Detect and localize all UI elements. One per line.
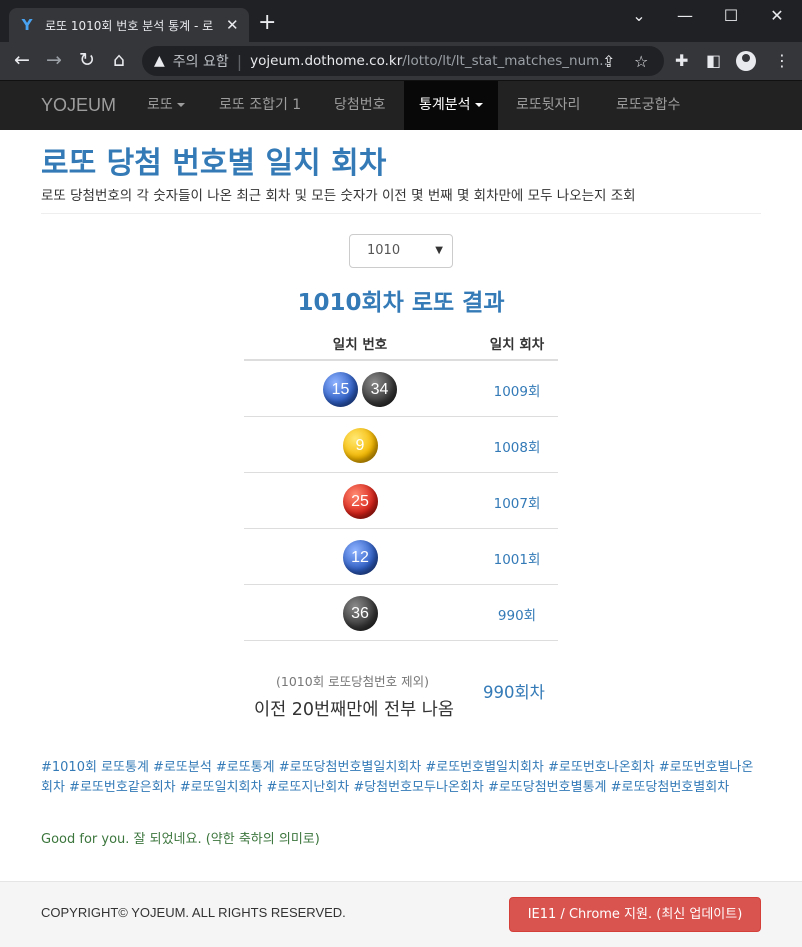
table-row: 25 1007회 [244,473,558,529]
nav-item-label: 로또뒷자리 [516,97,581,113]
window-close-icon[interactable]: ✕ [754,6,800,25]
nav-item-label: 당첨번호 [334,97,386,113]
nav-item-generator[interactable]: 로또 조합기 1 [204,81,316,130]
ball-group: 12 [244,540,476,575]
site-favicon-icon: Y [21,16,33,34]
round-link[interactable]: 1007회 [476,492,558,512]
main-content: 로또 당첨 번호별 일치 회차 로또 당첨번호의 각 숫자들이 나온 최근 회차… [0,130,802,881]
table-row: 12 1001회 [244,529,558,585]
round-link[interactable]: 1001회 [476,548,558,568]
lotto-ball: 36 [342,596,378,631]
url-separator: | [236,51,243,71]
bookmark-star-icon[interactable]: ☆ [634,52,648,71]
round-select-value: 1010 [367,243,401,258]
share-icon[interactable]: ⇪ [602,52,615,71]
hashtag-list[interactable]: #1010회 로또통계 #로또분석 #로또통계 #로또당첨번호별일치회차 #로또… [41,758,763,798]
lotto-ball: 34 [362,372,397,407]
extensions-icon[interactable]: ✚ [675,51,688,70]
minimize-icon[interactable]: — [662,6,708,25]
column-header-round: 일치 회차 [489,337,545,353]
divider [41,213,761,214]
ball-group: 15 34 [244,372,476,407]
column-header-numbers: 일치 번호 [332,337,388,353]
nav-item-label: 로또 [147,97,173,113]
new-tab-icon[interactable]: + [258,12,276,34]
nav-item-compatibility[interactable]: 로또궁합수 [601,81,695,130]
copyright-text: COPYRIGHT© YOJEUM. ALL RIGHTS RESERVED. [41,905,346,920]
ball-group: 9 [244,428,476,463]
summary-note: (1010회 로또당첨번호 제외) [276,674,430,689]
match-table: 일치 번호 일치 회차 15 34 1009회 9 1008회 25 1007회… [244,328,558,641]
round-select[interactable]: 1010 ▼ [349,234,453,268]
back-icon[interactable]: ← [10,50,34,70]
nav-item-label: 로또 조합기 1 [219,97,302,113]
summary-text: 이전 20번째만에 전부 나옴 [254,700,454,720]
nav-item-winning-numbers[interactable]: 당첨번호 [319,81,401,130]
result-title: 1010회차 로또 결과 [297,290,505,316]
table-row: 9 1008회 [244,417,558,473]
home-icon[interactable]: ⌂ [107,50,131,70]
browser-toolbar: ← → ↻ ⌂ ▲ 주의 요함 | yojeum.dothome.co.kr /… [0,42,802,80]
nav-item-statistics[interactable]: 통계분석 [404,81,498,130]
forward-icon[interactable]: → [42,50,66,70]
warning-icon[interactable]: ▲ [154,53,165,69]
address-bar[interactable]: ▲ 주의 요함 | yojeum.dothome.co.kr /lotto/lt… [142,46,664,76]
footer: COPYRIGHT© YOJEUM. ALL RIGHTS RESERVED. … [0,881,802,947]
tab-close-icon[interactable]: ✕ [226,16,239,34]
page-description: 로또 당첨번호의 각 숫자들이 나온 최근 회차 및 모든 숫자가 이전 몇 번… [41,188,636,204]
table-header: 일치 번호 일치 회차 [244,328,558,361]
lotto-ball: 9 [342,428,378,463]
nav-item-label: 통계분석 [419,97,471,113]
nav-item-label: 로또궁합수 [616,97,681,113]
page-title: 로또 당첨 번호별 일치 회차 [41,146,387,181]
round-link[interactable]: 1009회 [476,380,558,400]
table-row: 36 990회 [244,585,558,641]
maximize-icon[interactable]: ☐ [708,6,754,25]
summary-round-link[interactable]: 990회차 [483,679,545,703]
lotto-ball: 25 [342,484,378,519]
tab-title: 로또 1010회 번호 분석 통계 - 로 [45,18,214,33]
nav-item-lotto[interactable]: 로또 [132,81,200,130]
lotto-ball: 12 [342,540,378,575]
round-link[interactable]: 1008회 [476,436,558,456]
caret-down-icon [176,103,185,107]
nav-item-last-digit[interactable]: 로또뒷자리 [501,81,595,130]
reload-icon[interactable]: ↻ [75,50,99,70]
browser-titlebar: Y 로또 1010회 번호 분석 통계 - 로 ✕ + ⌄ — ☐ ✕ [0,0,802,42]
browser-tab[interactable]: Y 로또 1010회 번호 분석 통계 - 로 ✕ [9,8,249,42]
menu-kebab-icon[interactable]: ⋮ [774,51,790,70]
congrats-message: Good for you. 잘 되었네요. (약한 축하의 의미로) [41,832,320,847]
browser-support-button[interactable]: IE11 / Chrome 지원. (최신 업데이트) [509,897,761,932]
site-navbar: YOJEUM 로또 로또 조합기 1 당첨번호 통계분석 로또뒷자리 로또궁합수 [0,80,802,130]
lotto-ball: 15 [323,372,358,407]
chevron-down-icon: ▼ [435,245,443,256]
table-row: 15 34 1009회 [244,361,558,417]
security-warning-label[interactable]: 주의 요함 [173,51,229,71]
url-host: yojeum.dothome.co.kr [250,53,403,69]
tab-search-chevron-icon[interactable]: ⌄ [616,6,662,25]
site-brand[interactable]: YOJEUM [41,95,116,116]
side-panel-icon[interactable]: ◧ [706,51,721,70]
profile-avatar[interactable] [736,51,756,71]
round-link[interactable]: 990회 [476,604,558,624]
url-path: /lotto/lt/lt_stat_matches_num... [402,53,613,69]
ball-group: 36 [244,596,476,631]
caret-down-icon [474,103,483,107]
ball-group: 25 [244,484,476,519]
